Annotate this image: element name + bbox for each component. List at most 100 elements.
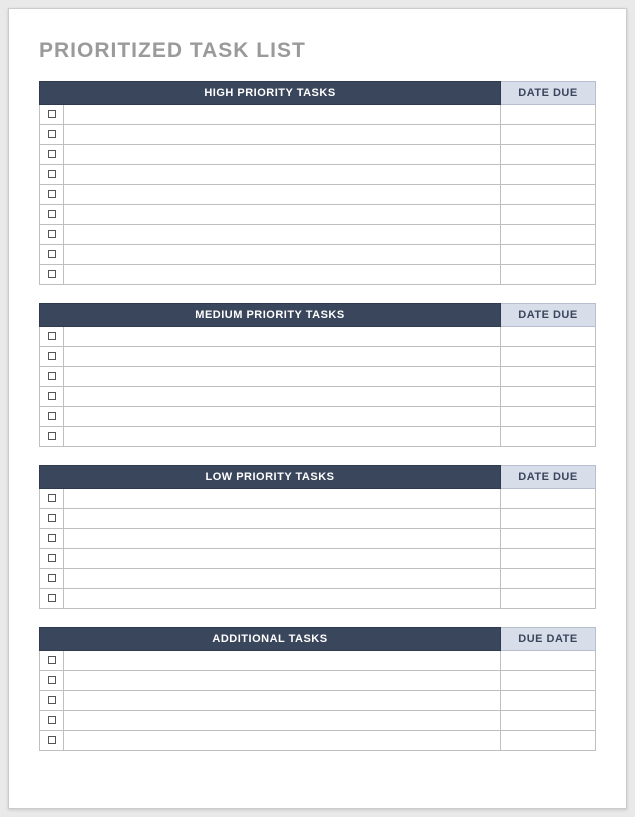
task-text-cell[interactable] <box>64 185 501 205</box>
task-date-cell[interactable] <box>501 105 596 125</box>
task-checkbox-cell[interactable] <box>40 125 64 145</box>
task-date-cell[interactable] <box>501 125 596 145</box>
checkbox-icon[interactable] <box>48 230 56 238</box>
task-checkbox-cell[interactable] <box>40 509 64 529</box>
task-text-cell[interactable] <box>64 367 501 387</box>
task-date-cell[interactable] <box>501 387 596 407</box>
task-date-cell[interactable] <box>501 265 596 285</box>
task-text-cell[interactable] <box>64 387 501 407</box>
task-checkbox-cell[interactable] <box>40 245 64 265</box>
task-date-cell[interactable] <box>501 589 596 609</box>
checkbox-icon[interactable] <box>48 594 56 602</box>
task-text-cell[interactable] <box>64 105 501 125</box>
task-checkbox-cell[interactable] <box>40 569 64 589</box>
task-checkbox-cell[interactable] <box>40 347 64 367</box>
task-date-cell[interactable] <box>501 691 596 711</box>
task-text-cell[interactable] <box>64 407 501 427</box>
task-text-cell[interactable] <box>64 731 501 751</box>
task-checkbox-cell[interactable] <box>40 225 64 245</box>
task-checkbox-cell[interactable] <box>40 671 64 691</box>
checkbox-icon[interactable] <box>48 150 56 158</box>
task-date-cell[interactable] <box>501 145 596 165</box>
task-date-cell[interactable] <box>501 549 596 569</box>
task-date-cell[interactable] <box>501 245 596 265</box>
task-text-cell[interactable] <box>64 225 501 245</box>
task-date-cell[interactable] <box>501 569 596 589</box>
task-date-cell[interactable] <box>501 225 596 245</box>
task-checkbox-cell[interactable] <box>40 165 64 185</box>
task-checkbox-cell[interactable] <box>40 589 64 609</box>
task-date-cell[interactable] <box>501 327 596 347</box>
task-checkbox-cell[interactable] <box>40 731 64 751</box>
checkbox-icon[interactable] <box>48 170 56 178</box>
checkbox-icon[interactable] <box>48 392 56 400</box>
task-text-cell[interactable] <box>64 651 501 671</box>
task-text-cell[interactable] <box>64 509 501 529</box>
task-text-cell[interactable] <box>64 427 501 447</box>
task-checkbox-cell[interactable] <box>40 145 64 165</box>
task-checkbox-cell[interactable] <box>40 529 64 549</box>
task-checkbox-cell[interactable] <box>40 691 64 711</box>
task-date-cell[interactable] <box>501 711 596 731</box>
task-text-cell[interactable] <box>64 347 501 367</box>
task-date-cell[interactable] <box>501 407 596 427</box>
task-date-cell[interactable] <box>501 165 596 185</box>
task-date-cell[interactable] <box>501 509 596 529</box>
task-checkbox-cell[interactable] <box>40 105 64 125</box>
task-text-cell[interactable] <box>64 671 501 691</box>
task-date-cell[interactable] <box>501 427 596 447</box>
task-date-cell[interactable] <box>501 529 596 549</box>
checkbox-icon[interactable] <box>48 534 56 542</box>
task-text-cell[interactable] <box>64 489 501 509</box>
checkbox-icon[interactable] <box>48 656 56 664</box>
task-date-cell[interactable] <box>501 185 596 205</box>
task-text-cell[interactable] <box>64 569 501 589</box>
task-date-cell[interactable] <box>501 731 596 751</box>
task-checkbox-cell[interactable] <box>40 387 64 407</box>
checkbox-icon[interactable] <box>48 412 56 420</box>
task-checkbox-cell[interactable] <box>40 711 64 731</box>
task-text-cell[interactable] <box>64 711 501 731</box>
task-date-cell[interactable] <box>501 651 596 671</box>
task-text-cell[interactable] <box>64 205 501 225</box>
task-checkbox-cell[interactable] <box>40 489 64 509</box>
checkbox-icon[interactable] <box>48 332 56 340</box>
checkbox-icon[interactable] <box>48 210 56 218</box>
task-checkbox-cell[interactable] <box>40 265 64 285</box>
checkbox-icon[interactable] <box>48 110 56 118</box>
task-date-cell[interactable] <box>501 367 596 387</box>
task-checkbox-cell[interactable] <box>40 327 64 347</box>
task-text-cell[interactable] <box>64 145 501 165</box>
checkbox-icon[interactable] <box>48 716 56 724</box>
task-checkbox-cell[interactable] <box>40 549 64 569</box>
task-date-cell[interactable] <box>501 205 596 225</box>
task-checkbox-cell[interactable] <box>40 427 64 447</box>
task-text-cell[interactable] <box>64 589 501 609</box>
task-text-cell[interactable] <box>64 125 501 145</box>
task-checkbox-cell[interactable] <box>40 407 64 427</box>
task-checkbox-cell[interactable] <box>40 205 64 225</box>
task-text-cell[interactable] <box>64 327 501 347</box>
checkbox-icon[interactable] <box>48 676 56 684</box>
checkbox-icon[interactable] <box>48 130 56 138</box>
checkbox-icon[interactable] <box>48 190 56 198</box>
checkbox-icon[interactable] <box>48 554 56 562</box>
checkbox-icon[interactable] <box>48 574 56 582</box>
task-text-cell[interactable] <box>64 549 501 569</box>
checkbox-icon[interactable] <box>48 270 56 278</box>
task-text-cell[interactable] <box>64 265 501 285</box>
task-checkbox-cell[interactable] <box>40 185 64 205</box>
task-checkbox-cell[interactable] <box>40 367 64 387</box>
task-date-cell[interactable] <box>501 489 596 509</box>
task-text-cell[interactable] <box>64 245 501 265</box>
task-text-cell[interactable] <box>64 529 501 549</box>
task-text-cell[interactable] <box>64 165 501 185</box>
checkbox-icon[interactable] <box>48 494 56 502</box>
checkbox-icon[interactable] <box>48 250 56 258</box>
checkbox-icon[interactable] <box>48 432 56 440</box>
checkbox-icon[interactable] <box>48 736 56 744</box>
task-date-cell[interactable] <box>501 671 596 691</box>
task-text-cell[interactable] <box>64 691 501 711</box>
checkbox-icon[interactable] <box>48 696 56 704</box>
task-date-cell[interactable] <box>501 347 596 367</box>
